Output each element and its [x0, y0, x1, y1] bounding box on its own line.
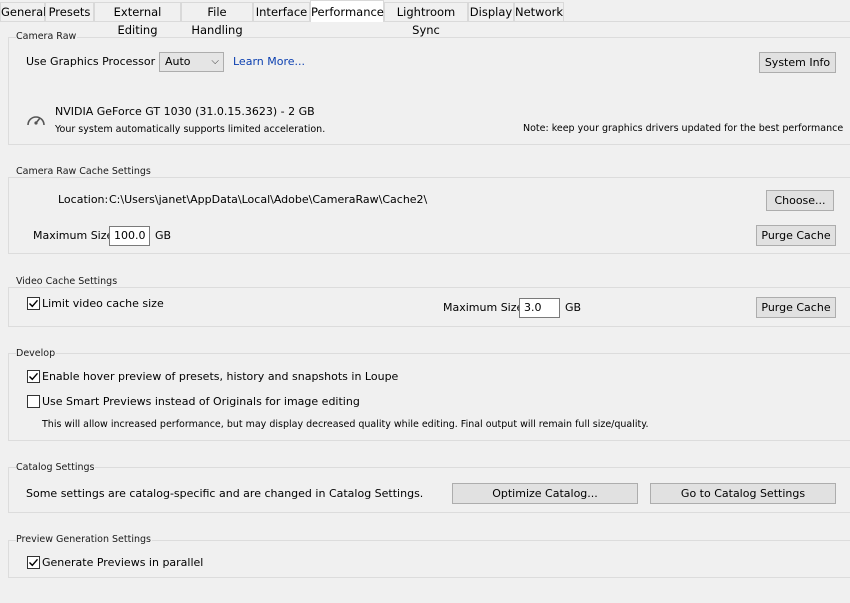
develop-title: Develop [16, 348, 57, 359]
cache-max-label: Maximum Size: [33, 229, 117, 242]
tab-presets[interactable]: Presets [45, 2, 94, 21]
video-max-size-input[interactable]: 3.0 [519, 298, 560, 318]
goto-catalog-settings-button[interactable]: Go to Catalog Settings [650, 483, 836, 504]
preview-generation-title: Preview Generation Settings [16, 534, 152, 545]
hover-preview-label: Enable hover preview of presets, history… [42, 370, 399, 383]
gpu-select-value: Auto [165, 55, 191, 68]
gpu-driver-note: Note: keep your graphics drivers updated… [523, 123, 844, 134]
check-icon [29, 299, 39, 308]
tab-bar: General Presets External Editing File Ha… [0, 0, 850, 37]
gpu-name: NVIDIA GeForce GT 1030 (31.0.15.3623) - … [55, 105, 315, 118]
chevron-down-icon: ⌵ [211, 56, 219, 67]
optimize-catalog-button[interactable]: Optimize Catalog... [452, 483, 638, 504]
cache-max-size-input[interactable]: 100.0 [109, 226, 150, 246]
catalog-text: Some settings are catalog-specific and a… [26, 487, 424, 500]
check-icon [29, 558, 39, 567]
tab-lightroom-sync[interactable]: Lightroom Sync [384, 2, 468, 37]
limit-video-cache-checkbox[interactable] [27, 297, 40, 310]
tab-display[interactable]: Display [468, 2, 514, 21]
smart-previews-label: Use Smart Previews instead of Originals … [42, 395, 360, 408]
tab-external-editing[interactable]: External Editing [94, 2, 181, 37]
hover-preview-checkbox[interactable] [27, 370, 40, 383]
gpu-status: Your system automatically supports limit… [55, 124, 326, 135]
tab-network[interactable]: Network [514, 2, 564, 21]
smart-previews-checkbox[interactable] [27, 395, 40, 408]
tab-general[interactable]: General [0, 2, 46, 21]
cache-title: Camera Raw Cache Settings [16, 166, 152, 177]
cache-max-unit: GB [155, 229, 172, 242]
smart-previews-note: This will allow increased performance, b… [42, 419, 649, 430]
camera-raw-title: Camera Raw [16, 31, 78, 42]
video-purge-cache-button[interactable]: Purge Cache [756, 297, 836, 318]
gauge-icon [25, 110, 47, 130]
purge-cache-button[interactable]: Purge Cache [756, 225, 836, 246]
system-info-button[interactable]: System Info [759, 52, 836, 73]
generate-parallel-label: Generate Previews in parallel [42, 556, 204, 569]
generate-parallel-checkbox[interactable] [27, 556, 40, 569]
gpu-select[interactable]: Auto ⌵ [159, 52, 224, 72]
limit-video-cache-label: Limit video cache size [42, 297, 164, 310]
video-cache-title: Video Cache Settings [16, 276, 119, 287]
cache-location-label: Location: [58, 193, 109, 206]
catalog-title: Catalog Settings [16, 462, 96, 473]
video-max-unit: GB [565, 301, 582, 314]
learn-more-link[interactable]: Learn More... [233, 55, 305, 68]
choose-button[interactable]: Choose... [766, 190, 834, 211]
check-icon [29, 372, 39, 381]
gpu-label: Use Graphics Processor : [26, 55, 163, 68]
tab-performance[interactable]: Performance [310, 0, 384, 22]
tab-file-handling[interactable]: File Handling [181, 2, 253, 37]
cache-location-value: C:\Users\janet\AppData\Local\Adobe\Camer… [109, 193, 428, 206]
tab-interface[interactable]: Interface [253, 2, 310, 21]
video-max-label: Maximum Size: [443, 301, 527, 314]
